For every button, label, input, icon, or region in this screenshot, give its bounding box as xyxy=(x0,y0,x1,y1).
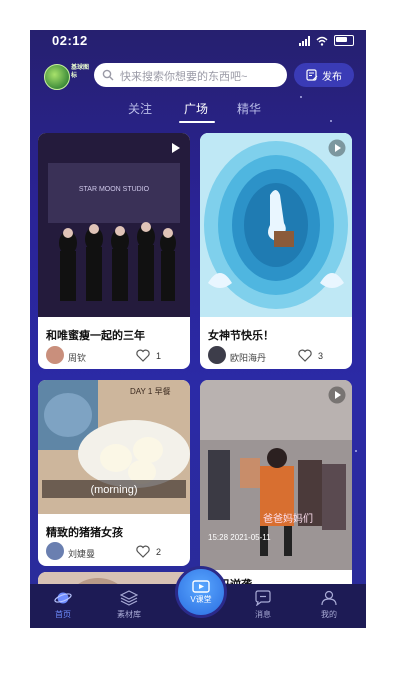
play-screen-icon xyxy=(192,579,210,593)
planet-icon xyxy=(54,592,72,604)
tab-materials[interactable]: 素材库 xyxy=(104,590,154,620)
star-decoration xyxy=(355,450,357,452)
tab-messages-label: 消息 xyxy=(255,610,271,619)
tab-square[interactable]: 广场 xyxy=(184,100,208,117)
heart-icon[interactable] xyxy=(298,349,312,362)
publish-button[interactable]: 发布 xyxy=(294,63,354,87)
tab-profile-label: 我的 xyxy=(321,610,337,619)
avatar[interactable] xyxy=(46,346,64,364)
svg-text:15:28 2021-05-11: 15:28 2021-05-11 xyxy=(208,533,271,542)
post-title: 和唯蜜瘦一起的三年 xyxy=(46,330,145,342)
tab-v-class[interactable]: V课堂 xyxy=(175,566,227,618)
post-title: 精致的猪猪女孩 xyxy=(46,527,123,539)
layers-icon xyxy=(120,590,138,606)
bottom-tab-bar: 首页 素材库 V课堂 消息 我的 xyxy=(30,566,366,628)
tab-follow[interactable]: 关注 xyxy=(128,100,152,117)
video-play-icon xyxy=(172,143,180,153)
post-author: 欧阳海丹 xyxy=(230,353,267,363)
chat-icon xyxy=(255,590,271,606)
avatar[interactable] xyxy=(208,346,226,364)
active-tab-indicator xyxy=(179,121,215,123)
video-play-icon xyxy=(328,386,346,404)
star-decoration xyxy=(300,96,302,98)
post-image: DAY 1 早餐 (morning) xyxy=(38,380,190,514)
signal-icon xyxy=(299,36,310,46)
tab-materials-label: 素材库 xyxy=(117,610,141,619)
search-placeholder: 快来搜索你想要的东西吧~ xyxy=(120,71,248,83)
battery-icon xyxy=(334,35,354,46)
svg-text:爸爸妈妈们: 爸爸妈妈们 xyxy=(263,512,313,525)
like-count: 2 xyxy=(156,547,162,557)
user-icon xyxy=(321,590,337,606)
status-time: 02:12 xyxy=(52,33,88,48)
post-card[interactable]: 15:28 2021-05-11 爸爸妈妈们 辣妈逆袭 xyxy=(200,380,352,600)
post-image: STAR MOON STUDIO xyxy=(38,133,190,317)
publish-label: 发布 xyxy=(322,71,342,83)
search-icon xyxy=(102,69,114,81)
svg-text:(morning): (morning) xyxy=(90,484,137,496)
like-count: 1 xyxy=(156,351,162,361)
tab-home[interactable]: 首页 xyxy=(38,590,88,620)
status-icons xyxy=(299,35,354,46)
post-title: 女神节快乐！ xyxy=(208,330,274,342)
tab-profile[interactable]: 我的 xyxy=(304,590,354,620)
post-image: 15:28 2021-05-11 爸爸妈妈们 xyxy=(200,380,352,570)
tab-v-class-label: V课堂 xyxy=(190,594,212,604)
edit-icon xyxy=(306,69,318,81)
video-play-icon xyxy=(328,139,346,157)
post-card[interactable]: DAY 1 早餐 (morning) 精致的猪猪女孩 刘婕曼 2 xyxy=(38,380,190,566)
post-image xyxy=(200,133,352,317)
tab-home-label: 首页 xyxy=(55,610,71,619)
search-input[interactable]: 快来搜索你想要的东西吧~ xyxy=(94,63,287,87)
like-count: 3 xyxy=(318,351,324,361)
post-card[interactable]: STAR MOON STUDIO 和唯蜜瘦一起的三年 周钦 1 xyxy=(38,133,190,369)
svg-text:DAY 1 早餐: DAY 1 早餐 xyxy=(130,387,171,396)
heart-icon[interactable] xyxy=(136,545,150,558)
app-logo-icon[interactable] xyxy=(44,64,70,90)
heart-icon[interactable] xyxy=(136,349,150,362)
tab-featured[interactable]: 精华 xyxy=(237,100,261,117)
post-author: 刘婕曼 xyxy=(68,549,96,559)
status-bar: 02:12 xyxy=(30,30,366,52)
feed-tabs: 关注 广场 精华 xyxy=(30,100,366,124)
tab-messages[interactable]: 消息 xyxy=(238,590,288,620)
app-screen: 02:12 基球图标 快来搜索你想要的东西吧~ 发布 关注 广场 精华 STAR… xyxy=(30,30,366,628)
top-bar: 基球图标 快来搜索你想要的东西吧~ 发布 xyxy=(30,58,366,90)
svg-text:STAR MOON STUDIO: STAR MOON STUDIO xyxy=(79,186,150,193)
post-author: 周钦 xyxy=(68,353,87,363)
app-logo-text: 基球图标 xyxy=(71,65,90,79)
post-card[interactable]: 女神节快乐！ 欧阳海丹 3 xyxy=(200,133,352,369)
wifi-icon xyxy=(316,36,328,46)
avatar[interactable] xyxy=(46,542,64,560)
